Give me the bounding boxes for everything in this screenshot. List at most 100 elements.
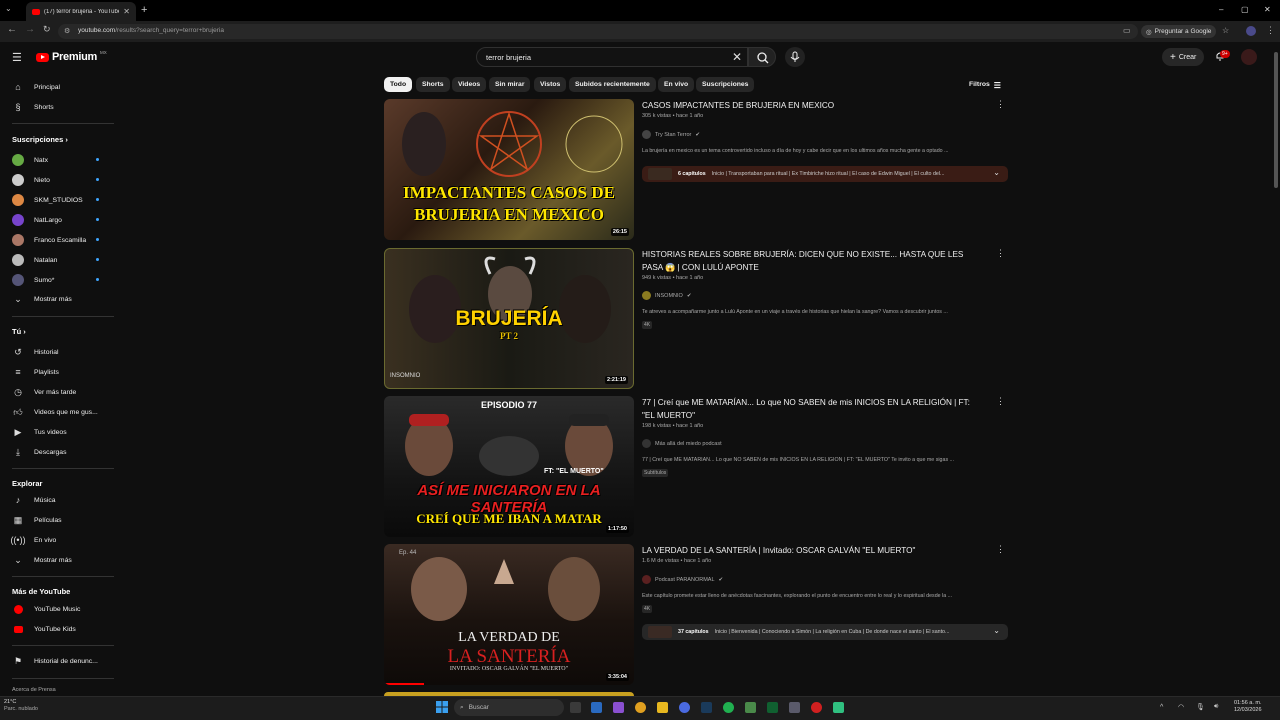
forward-button[interactable]: → (25, 24, 35, 35)
maximize-button[interactable]: ▢ (1241, 5, 1249, 14)
video-title[interactable]: LA VERDAD DE LA SANTERÍA | Invitado: OSC… (642, 544, 982, 557)
filters-button[interactable]: Filtros ☰ (969, 81, 1001, 90)
copilot-icon[interactable] (613, 702, 624, 713)
page-scrollbar[interactable] (1274, 52, 1278, 188)
whatsapp-icon[interactable] (723, 702, 734, 713)
cast-icon[interactable]: ▭ (1123, 26, 1131, 35)
video-title[interactable]: 77 | Creí que ME MATARÍAN... Lo que NO S… (642, 396, 982, 422)
steam-icon[interactable] (701, 702, 712, 713)
widgets-icon[interactable] (591, 702, 602, 713)
channel-link[interactable]: Más allá del miedo podcast (642, 439, 722, 448)
microphone-tray-icon[interactable]: 🎙︎ (1196, 703, 1205, 711)
bookmark-star-icon[interactable]: ☆ (1222, 26, 1229, 35)
sidebar-sub-natlargo[interactable]: NatLargo (12, 214, 62, 226)
app-icon[interactable] (811, 702, 822, 713)
chevron-down-icon[interactable]: ⌄ (993, 626, 1000, 635)
sidebar-item-liked-videos[interactable]: 👍︎ Videos que me gus... (12, 407, 97, 417)
you-header[interactable]: Tú › (12, 327, 26, 336)
sidebar-sub-natalan[interactable]: Natalan (12, 254, 57, 266)
youtube-logo[interactable]: Premium MX (36, 50, 107, 63)
chip-videos[interactable]: Videos (452, 77, 487, 92)
chip-suscripciones[interactable]: Suscripciones (696, 77, 755, 92)
sidebar-item-principal[interactable]: ⌂ Principal (12, 82, 60, 92)
sidebar-show-more-subs[interactable]: ⌄ Mostrar más (12, 294, 72, 304)
sidebar-show-more-explore[interactable]: ⌄ Mostrar más (12, 555, 72, 565)
sidebar-item-youtube-kids[interactable]: YouTube Kids (12, 624, 76, 634)
voice-search-button[interactable] (785, 47, 805, 67)
sidebar-item-playlists[interactable]: ≡ Playlists (12, 367, 59, 377)
taskbar-clock[interactable]: 01:56 a. m. 12/03/2026 (1234, 700, 1262, 714)
volume-icon[interactable]: 🔊︎ (1214, 703, 1218, 711)
chevron-down-icon[interactable]: ⌄ (993, 168, 1000, 177)
chip-sin-mirar[interactable]: Sin mirar (489, 77, 531, 92)
video-title[interactable]: CASOS IMPACTANTES DE BRUJERIA EN MEXICO (642, 99, 982, 112)
back-button[interactable]: ← (7, 24, 17, 35)
app-icon[interactable] (833, 702, 844, 713)
windows-start-icon[interactable] (436, 701, 448, 713)
weather-widget[interactable]: 21°C Parc. nublado (4, 699, 38, 713)
video-title[interactable]: HISTORIAS REALES SOBRE BRUJERÍA: DICEN Q… (642, 248, 982, 274)
video-thumbnail[interactable]: IMPACTANTES CASOS DE BRUJERIA EN MEXICO … (384, 99, 634, 240)
close-tab-icon[interactable]: ✕ (123, 7, 130, 16)
sidebar-sub-nieto[interactable]: Nieto (12, 174, 50, 186)
sidebar-item-en-vivo[interactable]: ((•)) En vivo (10, 535, 56, 545)
browser-tab[interactable]: (17) terror brujeria - YouTube ✕ (26, 2, 136, 21)
more-options-icon[interactable]: ⋮ (996, 544, 1005, 555)
chip-subidos-recientemente[interactable]: Subidos recientemente (569, 77, 656, 92)
tab-search-icon[interactable]: ⌄ (5, 4, 12, 13)
taskbar-search[interactable]: ⌕ Buscar (454, 699, 564, 716)
video-result[interactable]: EPISODIO 77 ASÍ ME INICIARON EN LA SANTE… (384, 396, 1014, 538)
video-result[interactable]: Ep. 44 LA VERDAD DE LA SANTERÍA INVITADO… (384, 544, 1014, 686)
app-icon[interactable] (745, 702, 756, 713)
video-thumbnail[interactable]: Ep. 44 LA VERDAD DE LA SANTERÍA INVITADO… (384, 544, 634, 685)
chrome-icon[interactable] (635, 702, 646, 713)
sidebar-item-musica[interactable]: ♪ Música (12, 495, 56, 505)
sidebar-item-descargas[interactable]: ⤓ Descargas (12, 447, 67, 457)
create-button[interactable]: + Crear (1162, 48, 1205, 66)
more-options-icon[interactable]: ⋮ (996, 99, 1005, 110)
minimize-button[interactable]: – (1219, 5, 1223, 14)
profile-avatar[interactable] (1246, 26, 1256, 36)
channel-link[interactable]: Podcast PARANORMAL ✔ (642, 575, 723, 584)
video-result[interactable]: BRUJERÍA PT 2 INSOMNIO 2:21:19 HISTORIAS… (384, 248, 1014, 390)
sidebar-item-historial[interactable]: ↺ Historial (12, 347, 58, 357)
new-tab-button[interactable]: + (141, 4, 147, 16)
sidebar-item-tus-videos[interactable]: ▶ Tus videos (12, 427, 67, 437)
chapters-row[interactable]: 6 capítulos Inicio | Transportaban para … (642, 166, 1008, 182)
channel-link[interactable]: Try Stan Terror ✔ (642, 130, 700, 139)
channel-link[interactable]: INSOMNIO ✔ (642, 291, 691, 300)
sidebar-item-peliculas[interactable]: ▦ Películas (12, 515, 62, 525)
app-icon[interactable] (767, 702, 778, 713)
sidebar-sub-sumo[interactable]: Sumo* (12, 274, 54, 286)
sidebar-sub-natx[interactable]: Natx (12, 154, 48, 166)
sidebar-item-shorts[interactable]: § Shorts (12, 102, 53, 112)
close-window-button[interactable]: ✕ (1264, 5, 1271, 14)
sidebar-item-youtube-music[interactable]: YouTube Music (12, 604, 80, 614)
chip-todo[interactable]: Todo (384, 77, 413, 92)
chip-shorts[interactable]: Shorts (416, 77, 450, 92)
account-avatar[interactable] (1241, 49, 1257, 65)
chapters-row[interactable]: 37 capítulos Inicio | Bienvenida | Conoc… (642, 624, 1008, 640)
more-options-icon[interactable]: ⋮ (996, 396, 1005, 407)
video-thumbnail[interactable]: BRUJERÍA PT 2 INSOMNIO 2:21:19 (384, 248, 634, 389)
sidebar-item-report-history[interactable]: ⚑ Historial de denunc... (12, 656, 98, 666)
file-explorer-icon[interactable] (657, 702, 668, 713)
browser-menu-icon[interactable]: ⋮ (1266, 25, 1275, 36)
chip-vistos[interactable]: Vistos (534, 77, 567, 92)
sidebar-sub-skm-studios[interactable]: SKM_STUDIOS (12, 194, 83, 206)
ask-google-button[interactable]: ◎ Preguntar a Google (1141, 25, 1217, 38)
sidebar-sub-franco-escamilla[interactable]: Franco Escamilla (12, 234, 86, 246)
sidebar-footer-links[interactable]: Acerca de Prensa (12, 687, 56, 693)
wifi-icon[interactable]: ◠ (1178, 703, 1184, 711)
discord-icon[interactable] (679, 702, 690, 713)
sidebar-item-ver-mas-tarde[interactable]: ◷ Ver más tarde (12, 387, 76, 397)
more-options-icon[interactable]: ⋮ (996, 248, 1005, 259)
settings-icon[interactable] (789, 702, 800, 713)
search-button[interactable] (748, 47, 776, 67)
chip-en-vivo[interactable]: En vivo (658, 77, 695, 92)
site-info-icon[interactable]: ⚙ (64, 27, 70, 35)
clear-search-icon[interactable]: ✕ (732, 50, 742, 64)
video-result[interactable]: IMPACTANTES CASOS DE BRUJERIA EN MEXICO … (384, 99, 1014, 241)
task-view-icon[interactable] (570, 702, 581, 713)
hamburger-menu-icon[interactable]: ☰ (12, 51, 22, 64)
